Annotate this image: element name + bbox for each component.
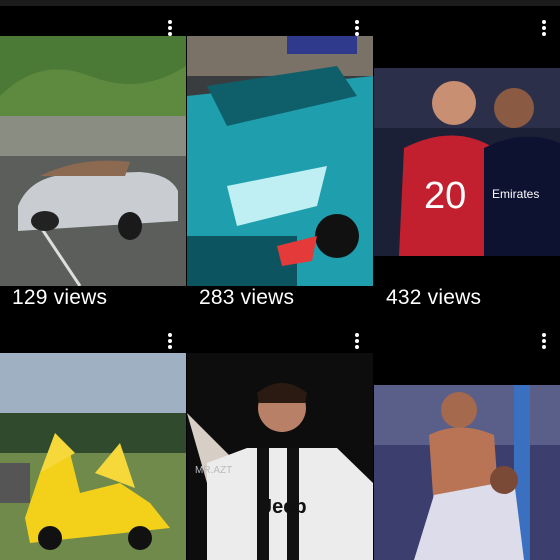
view-count: 129 views (12, 286, 108, 309)
video-thumbnail-2[interactable] (187, 36, 373, 286)
video-tile-5[interactable]: Jeep MR.AZT (187, 319, 373, 560)
video-thumbnail-4[interactable] (0, 353, 186, 560)
jersey-sponsor: Jeep (261, 496, 307, 518)
video-tile-6[interactable] (374, 319, 560, 560)
watermark-text: MR.AZT (195, 465, 232, 476)
car-thumbnail-image (187, 36, 373, 286)
jersey-number: 20 (424, 175, 466, 217)
video-thumbnail-6[interactable] (374, 385, 560, 560)
more-options-icon[interactable] (538, 331, 550, 353)
more-options-icon[interactable] (164, 18, 176, 40)
more-options-icon[interactable] (351, 331, 363, 353)
view-count: 283 views (199, 286, 295, 309)
more-options-icon[interactable] (164, 331, 176, 353)
football-thumbnail-image: Jeep MR.AZT (187, 353, 373, 560)
football-thumbnail-image (374, 385, 560, 560)
video-grid: 129 views 283 views 20 Emirates 432 view… (0, 6, 560, 560)
car-thumbnail-image (0, 36, 186, 286)
video-tile-1[interactable]: 129 views (0, 6, 186, 318)
car-thumbnail-image (0, 353, 186, 560)
video-thumbnail-1[interactable] (0, 36, 186, 286)
video-tile-3[interactable]: 20 Emirates 432 views (374, 6, 560, 318)
more-options-icon[interactable] (538, 18, 550, 40)
football-thumbnail-image: 20 Emirates (374, 68, 560, 256)
video-tile-2[interactable]: 283 views (187, 6, 373, 318)
video-tile-4[interactable] (0, 319, 186, 560)
jersey-sponsor: Emirates (492, 187, 539, 201)
video-thumbnail-3[interactable]: 20 Emirates (374, 68, 560, 256)
video-thumbnail-5[interactable]: Jeep MR.AZT (187, 353, 373, 560)
view-count: 432 views (386, 286, 482, 309)
more-options-icon[interactable] (351, 18, 363, 40)
